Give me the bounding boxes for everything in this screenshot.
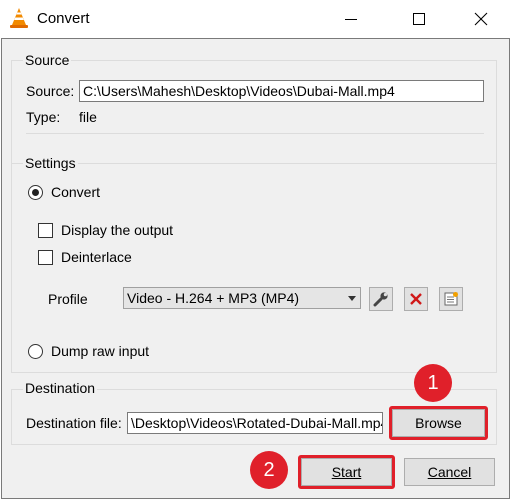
close-button[interactable]	[458, 0, 504, 38]
cancel-button[interactable]: Cancel	[404, 458, 495, 486]
source-path-field[interactable]: C:\Users\Mahesh\Desktop\Videos\Dubai-Mal…	[79, 80, 484, 102]
new-profile-icon	[444, 292, 458, 306]
chevron-down-icon	[348, 296, 356, 301]
edit-profile-button[interactable]	[369, 287, 393, 311]
convert-radio[interactable]	[28, 185, 43, 200]
deinterlace-label[interactable]: Deinterlace	[61, 249, 132, 265]
maximize-icon	[413, 13, 425, 25]
window-title: Convert	[37, 10, 90, 27]
dialog-body: Source Source: C:\Users\Mahesh\Desktop\V…	[1, 38, 510, 499]
delete-profile-button[interactable]	[404, 287, 428, 311]
type-value: file	[79, 109, 97, 125]
dump-raw-label[interactable]: Dump raw input	[51, 343, 149, 359]
wrench-icon	[373, 292, 388, 307]
profile-dropdown[interactable]: Video - H.264 + MP3 (MP4)	[123, 287, 361, 309]
dump-raw-radio[interactable]	[28, 344, 43, 359]
type-label: Type:	[26, 109, 61, 125]
vlc-cone-icon	[10, 8, 28, 28]
destination-file-label: Destination file:	[26, 415, 122, 431]
source-label: Source:	[26, 83, 75, 99]
destination-file-field[interactable]: \Desktop\Videos\Rotated-Dubai-Mall.mp4	[127, 412, 383, 434]
profile-selected-value: Video - H.264 + MP3 (MP4)	[127, 290, 300, 306]
convert-label[interactable]: Convert	[51, 184, 100, 200]
source-group-title: Source	[23, 52, 72, 68]
display-output-label[interactable]: Display the output	[61, 222, 173, 238]
new-profile-button[interactable]	[439, 287, 463, 311]
step-2-badge: 2	[250, 451, 288, 489]
step-1-badge: 1	[414, 364, 452, 402]
cancel-label: Cancel	[427, 464, 472, 480]
display-output-checkbox[interactable]	[38, 223, 53, 238]
minimize-icon	[345, 19, 357, 20]
start-highlight	[298, 455, 395, 489]
minimize-button[interactable]	[328, 0, 374, 38]
destination-group-title: Destination	[23, 380, 98, 396]
deinterlace-checkbox[interactable]	[38, 250, 53, 265]
source-divider	[26, 133, 484, 134]
delete-icon	[410, 293, 422, 305]
browse-highlight	[389, 406, 488, 440]
title-bar: Convert	[0, 0, 511, 38]
settings-group-title: Settings	[23, 155, 78, 171]
close-icon	[474, 12, 488, 26]
maximize-button[interactable]	[396, 0, 442, 38]
profile-label: Profile	[48, 291, 88, 307]
